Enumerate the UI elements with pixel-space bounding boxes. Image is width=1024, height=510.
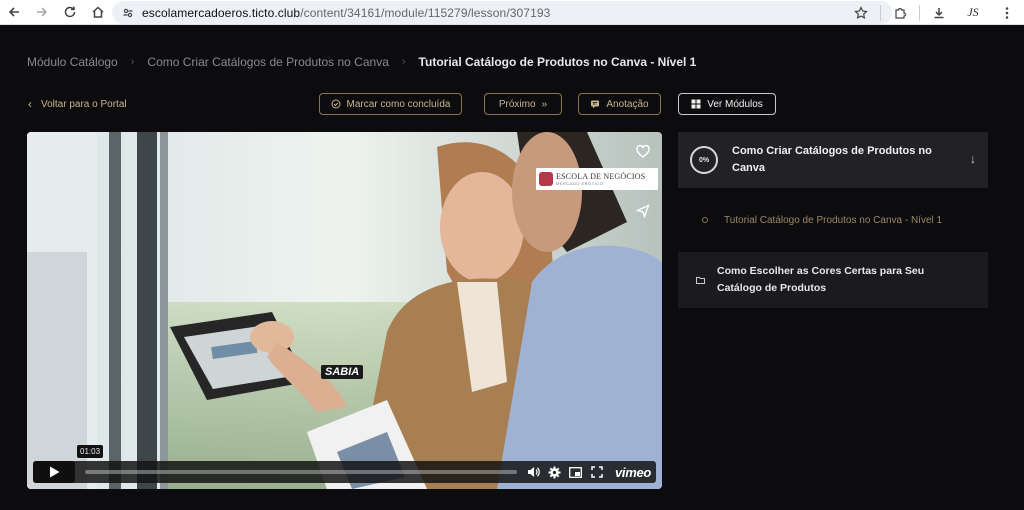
mark-complete-button[interactable]: Marcar como concluída	[319, 93, 462, 115]
arrow-down-icon[interactable]: ↓	[970, 152, 976, 166]
menu-kebab-icon[interactable]	[990, 0, 1024, 25]
video-overlay-caption: SABIA	[321, 365, 364, 379]
bookmark-star-icon[interactable]	[844, 0, 878, 25]
picture-in-picture-icon[interactable]	[569, 466, 582, 479]
next-lesson-label: Próximo	[498, 98, 536, 110]
next-module-item[interactable]: Como Escolher as Cores Certas para Seu C…	[678, 252, 988, 308]
school-brand-name: ESCOLA DE NEGÓCIOS	[556, 172, 646, 181]
back-to-portal-label: Voltar para o Portal	[41, 98, 127, 110]
double-chevron-right-icon: »	[541, 98, 548, 110]
play-icon	[49, 466, 59, 478]
download-icon[interactable]	[922, 0, 956, 25]
heart-icon[interactable]	[634, 142, 652, 160]
current-module-title: Como Criar Catálogos de Produtos no Canv…	[732, 145, 932, 174]
site-settings-icon[interactable]	[122, 7, 134, 19]
lesson-page: Módulo Catálogo › Como Criar Catálogos d…	[0, 25, 1024, 510]
lesson-item[interactable]: Tutorial Catálogo de Produtos no Canva -…	[678, 188, 988, 252]
breadcrumb-item-section[interactable]: Como Criar Catálogos de Produtos no Canv…	[147, 55, 388, 69]
module-progress-ring: 0%	[690, 146, 718, 174]
breadcrumb-item-module[interactable]: Módulo Catálogo	[27, 55, 118, 69]
school-logo-icon	[539, 172, 553, 186]
browser-toolbar: escolamercadoeros.ticto.club/content/341…	[0, 0, 1024, 25]
video-progress-bar[interactable]: 01:03	[77, 445, 517, 474]
home-icon[interactable]	[84, 0, 112, 25]
grid-icon	[691, 99, 701, 109]
volume-icon[interactable]	[527, 466, 540, 479]
play-button[interactable]	[33, 461, 75, 483]
back-arrow-icon[interactable]	[0, 0, 28, 25]
profile-avatar[interactable]: JS	[956, 0, 990, 25]
video-time-tooltip: 01:03	[77, 445, 104, 458]
fullscreen-icon[interactable]	[590, 466, 603, 479]
view-modules-label: Ver Módulos	[707, 98, 763, 110]
share-send-icon[interactable]	[634, 202, 652, 220]
vimeo-logo[interactable]: vimeo	[615, 465, 651, 480]
profile-initials: JS	[967, 5, 979, 19]
toolbar-divider	[919, 4, 920, 21]
check-circle-icon	[331, 99, 341, 109]
back-to-portal-link[interactable]: ‹ Voltar para o Portal	[28, 97, 127, 111]
video-player[interactable]: ESCOLA DE NEGÓCIOS MERCADO ERÓTICO SABIA…	[27, 132, 662, 489]
breadcrumb: Módulo Catálogo › Como Criar Catálogos d…	[27, 55, 696, 69]
mark-complete-label: Marcar como concluída	[346, 98, 451, 110]
reload-icon[interactable]	[56, 0, 84, 25]
url-text: escolamercadoeros.ticto.club/content/341…	[142, 5, 551, 20]
school-brand-tag: MERCADO ERÓTICO	[556, 181, 604, 186]
modules-sidebar: 0% Como Criar Catálogos de Produtos no C…	[678, 132, 988, 308]
note-icon	[591, 100, 600, 109]
current-module-header[interactable]: 0% Como Criar Catálogos de Produtos no C…	[678, 132, 988, 188]
notes-label: Anotação	[606, 98, 649, 110]
video-controls-bar: 01:03 vimeo	[33, 445, 656, 483]
breadcrumb-item-lesson: Tutorial Catálogo de Produtos no Canva -…	[418, 55, 697, 69]
view-modules-button[interactable]: Ver Módulos	[678, 93, 776, 115]
notes-button[interactable]: Anotação	[578, 93, 661, 115]
next-lesson-button[interactable]: Próximo »	[484, 93, 562, 115]
address-bar[interactable]: escolamercadoeros.ticto.club/content/341…	[112, 1, 892, 24]
folder-icon	[696, 277, 705, 284]
extensions-puzzle-icon[interactable]	[883, 0, 917, 25]
school-brand-badge: ESCOLA DE NEGÓCIOS MERCADO ERÓTICO	[536, 168, 658, 190]
chevron-left-icon: ‹	[28, 97, 32, 111]
chevron-right-icon: ›	[130, 56, 135, 68]
lesson-item-title: Tutorial Catálogo de Produtos no Canva -…	[724, 214, 943, 226]
forward-arrow-icon[interactable]	[28, 0, 56, 25]
toolbar-divider	[880, 4, 881, 21]
next-module-title: Como Escolher as Cores Certas para Seu C…	[717, 265, 925, 294]
settings-gear-icon[interactable]	[548, 466, 561, 479]
lesson-status-dot-icon	[702, 217, 708, 223]
chevron-right-icon: ›	[401, 56, 406, 68]
